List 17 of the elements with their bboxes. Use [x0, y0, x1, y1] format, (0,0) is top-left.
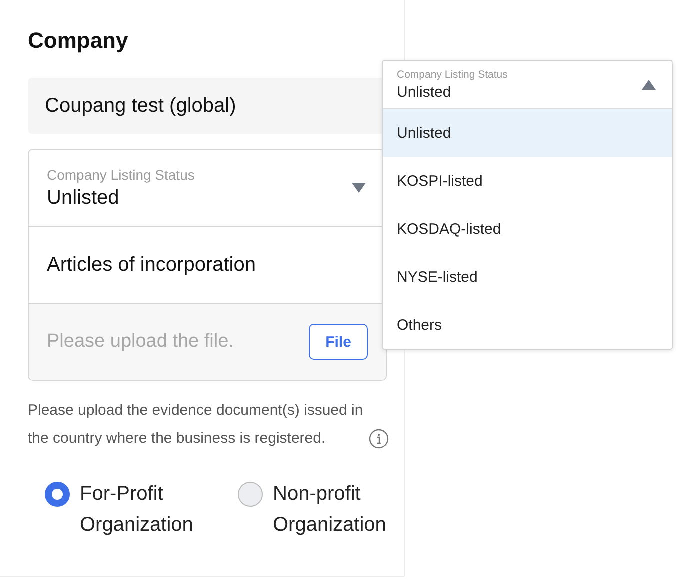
file-upload-field[interactable]: Please upload the file. File: [29, 304, 386, 380]
caret-up-icon[interactable]: [642, 80, 656, 90]
radio-button[interactable]: [238, 482, 263, 507]
radio-label[interactable]: Non-profit Organization: [273, 479, 401, 541]
dropdown-option[interactable]: KOSPI-listed: [383, 157, 672, 205]
help-text: Please upload the evidence document(s) issued in the country where the business is registered.: [28, 401, 364, 449]
dropdown-option[interactable]: KOSDAQ-listed: [383, 205, 672, 253]
info-icon[interactable]: [369, 429, 389, 449]
radio-button[interactable]: [45, 482, 70, 507]
company-name-field[interactable]: Coupang test (global): [28, 78, 385, 134]
file-button[interactable]: File: [309, 324, 368, 360]
radio-label[interactable]: For-Profit Organization: [80, 479, 208, 541]
caret-down-icon[interactable]: [352, 183, 366, 193]
dropdown-option[interactable]: Unlisted: [383, 109, 672, 157]
section-title: Company: [28, 28, 130, 54]
dropdown-option[interactable]: NYSE-listed: [383, 253, 672, 301]
dropdown-option[interactable]: Others: [383, 301, 672, 349]
